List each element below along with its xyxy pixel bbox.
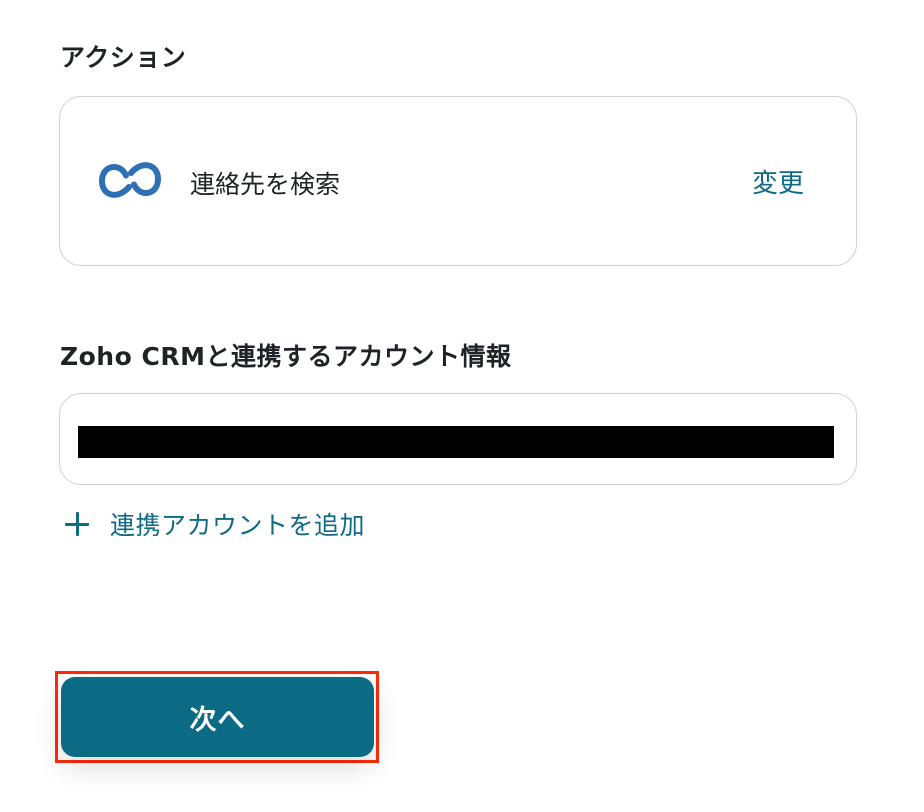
account-select-field[interactable]: [59, 393, 857, 485]
next-button[interactable]: 次へ: [61, 677, 374, 757]
zoho-crm-icon: [96, 155, 164, 205]
add-account-label: 連携アカウントを追加: [110, 511, 366, 540]
action-name: 連絡先を検索: [190, 170, 341, 199]
action-section-label: アクション: [60, 43, 187, 72]
account-section-label: Zoho CRMと連携するアカウント情報: [60, 342, 512, 371]
action-card: 連絡先を検索 変更: [59, 96, 857, 266]
redacted-account-value: [78, 426, 834, 458]
plus-icon: [64, 511, 90, 537]
add-account-link[interactable]: 連携アカウントを追加: [64, 507, 365, 541]
change-action-link[interactable]: 変更: [752, 163, 804, 200]
page: アクション 連絡先を検索 変更 Zoho CRMと連携するアカウント情報 連携ア…: [0, 0, 924, 812]
